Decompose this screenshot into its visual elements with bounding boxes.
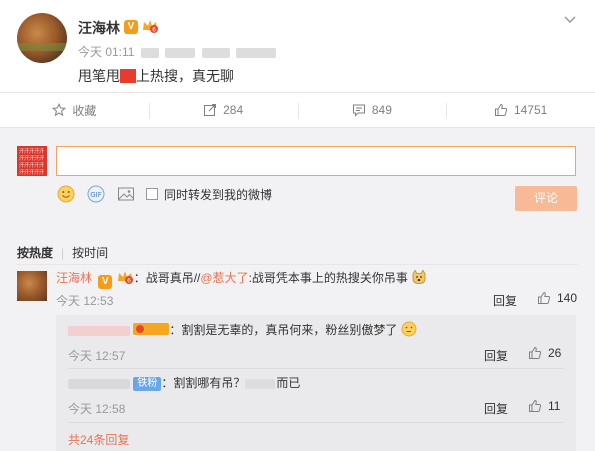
blurred-username (68, 378, 130, 389)
redacted-word (120, 69, 136, 83)
divider (68, 422, 564, 423)
sync-repost-label: 同时转发到我的微博 (164, 187, 273, 202)
author-name[interactable]: 汪海林 (78, 18, 120, 38)
doge-emoji-icon (412, 269, 426, 285)
sort-by-hot-tab[interactable]: 按热度 (17, 246, 53, 260)
reply-time: 今天 12:57 (68, 349, 126, 363)
more-replies-link[interactable]: 共24条回复 (68, 431, 129, 448)
comment-text: 汪海林 V 6 ：战哥真吊//@惹大了:战哥凭本事上的热搜关你吊事 (56, 268, 427, 289)
my-avatar: 汗汗汗汗汗汗汗汗汗汗汗汗汗汗汗汗汗汗汗汗汗汗汗汗 (17, 146, 47, 176)
mention-link[interactable]: @惹大了 (200, 271, 248, 285)
svg-text:GIF: GIF (90, 191, 102, 199)
fan-level-badge-icon (133, 323, 170, 335)
comment-time: 今天 12:53 (56, 294, 114, 308)
verified-v-icon: V (124, 20, 138, 34)
thinking-emoji-icon (401, 321, 417, 337)
sort-tabs: 按热度 | 按时间 (17, 246, 109, 260)
reply-thread: ：割割是无辜的，真吊何来，粉丝别傲梦了 今天 12:57 回复 26 铁粉 ：割割… (56, 315, 576, 451)
favorite-button[interactable]: 收藏 (0, 93, 149, 127)
svg-text:6: 6 (152, 27, 156, 34)
comment-icon (352, 104, 365, 117)
vip-crown-icon: 6 (117, 271, 133, 285)
repost-icon (204, 104, 217, 116)
post-time[interactable]: 今天 01:11 (78, 45, 134, 59)
like-button[interactable]: 14751 (446, 93, 595, 127)
thumbs-up-icon (529, 346, 542, 359)
comment-like-button[interactable]: 140 (537, 291, 577, 305)
commenter-name[interactable]: 汪海林 (56, 271, 92, 285)
svg-text:6: 6 (127, 278, 131, 285)
thumbs-up-icon (538, 291, 551, 304)
blurred-username (68, 325, 130, 336)
sync-repost-checkbox[interactable] (146, 188, 158, 200)
blurred-source (165, 47, 196, 58)
divider (68, 368, 564, 369)
blurred-source (201, 47, 230, 58)
reply-time: 今天 12:58 (68, 402, 126, 416)
image-icon[interactable] (116, 184, 136, 204)
vip-crown-icon: 6 (143, 20, 158, 34)
comment-input[interactable] (56, 146, 576, 176)
verified-v-icon: V (98, 275, 113, 289)
author-avatar[interactable] (17, 13, 67, 63)
reply-button[interactable]: 回复 (484, 347, 508, 364)
blurred-source (235, 47, 276, 58)
divider (17, 264, 578, 265)
reply-like-button[interactable]: 11 (528, 399, 560, 413)
repost-button[interactable]: 284 (148, 93, 298, 127)
comment-button[interactable]: 849 (297, 93, 447, 127)
thumbs-up-icon (529, 399, 542, 412)
commenter-avatar[interactable] (17, 271, 47, 301)
composer-tools: GIF 同时转发到我的微博 (56, 184, 272, 204)
chevron-down-icon[interactable] (563, 12, 577, 26)
post-meta: 今天 01:11 (78, 43, 276, 60)
comment-panel: 汗汗汗汗汗汗汗汗汗汗汗汗汗汗汗汗汗汗汗汗汗汗汗汗 GIF 同时转发到我的微博 评… (0, 128, 595, 451)
post-text: 甩笔甩 上热搜，真无聊 (78, 68, 234, 84)
reply-text: ：割割是无辜的，真吊何来，粉丝别傲梦了 (68, 321, 417, 338)
action-bar: 收藏 284 849 14751 (0, 92, 595, 128)
weibo-post: 汪海林 V 6 今天 01:11 甩笔甩 上热搜，真无聊 (0, 0, 595, 92)
thumbs-up-icon (494, 103, 508, 116)
blurred-word (245, 378, 276, 389)
reply-button[interactable]: 回复 (484, 400, 508, 417)
emoji-icon[interactable] (56, 184, 76, 204)
gif-icon[interactable]: GIF (86, 184, 106, 204)
sort-by-time-tab[interactable]: 按时间 (72, 246, 108, 260)
iron-fan-badge: 铁粉 (133, 377, 162, 391)
blurred-source (140, 47, 159, 58)
reply-like-button[interactable]: 26 (528, 346, 561, 360)
reply-text: 铁粉 ：割割哪有吊？ 而已 (68, 374, 300, 391)
star-icon (52, 103, 67, 117)
submit-comment-button[interactable]: 评论 (515, 186, 577, 211)
reply-button[interactable]: 回复 (493, 292, 517, 309)
